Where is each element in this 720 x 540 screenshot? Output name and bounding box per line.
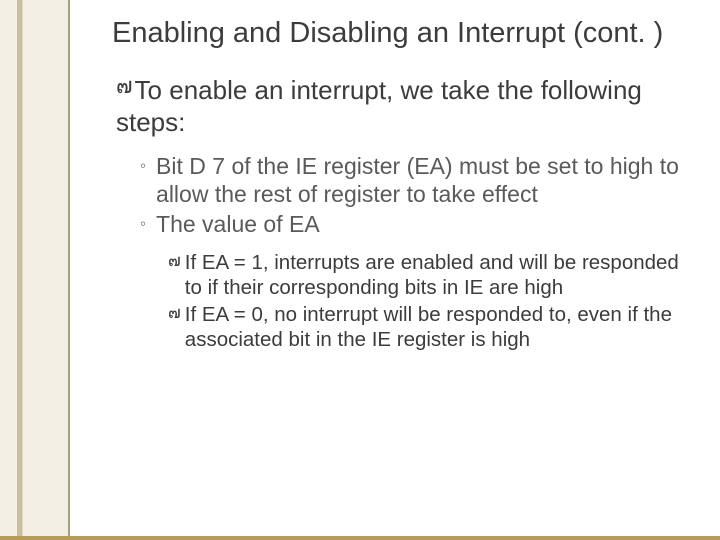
script-bullet-icon: ๗: [168, 252, 181, 300]
slide-content: Enabling and Disabling an Interrupt (con…: [70, 0, 720, 536]
bullet-level1: ๗To enable an interrupt, we take the fol…: [112, 75, 692, 138]
script-bullet-icon: ๗: [168, 304, 181, 352]
bullet-level2-text: The value of EA: [156, 210, 320, 238]
bullet-level2-item: ◦ The value of EA: [140, 210, 692, 238]
slide-title: Enabling and Disabling an Interrupt (con…: [112, 16, 692, 51]
bullet-level3-item: ๗ If EA = 1, interrupts are enabled and …: [168, 250, 692, 300]
bullet-level3-group: ๗ If EA = 1, interrupts are enabled and …: [168, 250, 692, 352]
bullet-level1-text: To enable an interrupt, we take the foll…: [116, 75, 642, 137]
bullet-level2-text: Bit D 7 of the IE register (EA) must be …: [156, 152, 692, 208]
bullet-level2-item: ◦ Bit D 7 of the IE register (EA) must b…: [140, 152, 692, 208]
bullet-level3-item: ๗ If EA = 0, no interrupt will be respon…: [168, 302, 692, 352]
script-bullet-icon: ๗: [116, 75, 133, 97]
ring-bullet-icon: ◦: [140, 214, 146, 238]
bullet-level3-text: If EA = 0, no interrupt will be responde…: [185, 302, 692, 352]
bullet-level3-text: If EA = 1, interrupts are enabled and wi…: [185, 250, 692, 300]
decorative-left-strip: [0, 0, 70, 540]
decorative-bottom-strip: [0, 536, 720, 540]
bullet-level2-group: ◦ Bit D 7 of the IE register (EA) must b…: [140, 152, 692, 238]
ring-bullet-icon: ◦: [140, 156, 146, 208]
